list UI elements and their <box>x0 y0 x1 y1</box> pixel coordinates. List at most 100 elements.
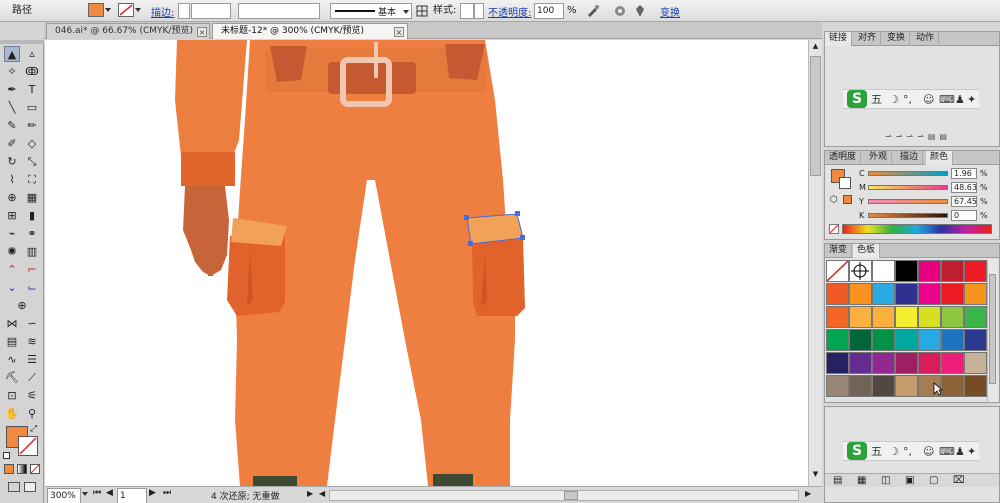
scale-tool-icon[interactable]: ⤡ <box>24 154 40 170</box>
yellow-slider[interactable] <box>868 199 948 204</box>
horizontal-scroll-thumb[interactable] <box>564 491 578 500</box>
scroll-left-icon[interactable]: ◀ <box>319 489 325 498</box>
slice-tool-icon[interactable]: ⋈ <box>4 316 20 332</box>
black-slider[interactable] <box>868 213 948 218</box>
eyedropper-tool-icon[interactable]: ⌁ <box>4 226 20 242</box>
gradient-tool-icon[interactable]: ▮ <box>24 208 40 224</box>
prev-artboard-icon[interactable]: ◀ <box>106 488 113 498</box>
next-artboard-icon[interactable]: ▶ <box>149 488 156 498</box>
tab-transform[interactable]: 变换 <box>883 32 911 46</box>
list-tool-icon[interactable]: ☰ <box>24 352 40 368</box>
swatch-color[interactable] <box>872 283 895 305</box>
swatch-color[interactable] <box>895 283 918 305</box>
direct-selection-tool-icon[interactable]: ▵ <box>24 46 40 62</box>
recolor-artwork-icon[interactable] <box>585 3 601 19</box>
graphic-style-swatch[interactable] <box>460 3 474 19</box>
hand-tool-icon[interactable]: ✋ <box>4 406 20 422</box>
free-transform-tool-icon[interactable]: ⛶ <box>24 172 40 188</box>
swatch-scrollbar[interactable] <box>987 260 997 402</box>
swatch-color[interactable] <box>918 329 941 351</box>
swatch-color[interactable] <box>872 375 895 397</box>
cyan-slider[interactable] <box>868 171 948 176</box>
swatch-color[interactable] <box>941 329 964 351</box>
swatch-color[interactable] <box>941 352 964 374</box>
tab-gradient[interactable]: 渐变 <box>825 244 853 258</box>
swatch-color[interactable] <box>964 375 987 397</box>
swatch-color[interactable] <box>826 375 849 397</box>
selection-tool-icon[interactable]: ▲ <box>4 46 20 62</box>
swatch-color[interactable] <box>964 352 987 374</box>
scroll-down-icon[interactable]: ▼ <box>810 470 821 482</box>
isolate-icon[interactable] <box>632 3 648 19</box>
magenta-value[interactable]: 48.63 <box>951 182 977 193</box>
symbol-sprayer-tool-icon[interactable]: ✺ <box>4 244 20 260</box>
tab-actions[interactable]: 动作 <box>912 32 940 46</box>
live-paint-tool-icon[interactable]: ▦ <box>24 190 40 206</box>
smooth-tool-icon[interactable]: ⌙ <box>24 280 40 296</box>
status-menu-icon[interactable]: ▶ <box>307 489 313 498</box>
stroke-swatch[interactable] <box>118 3 134 17</box>
rectangle-tool-icon[interactable]: ▭ <box>24 100 40 116</box>
warp-tool-icon[interactable]: ⌇ <box>4 172 20 188</box>
ime-toolbar[interactable]: S 五 ☽ °, ☺ ⌨ ♟ ✦ <box>843 89 979 109</box>
swatch-color[interactable] <box>918 283 941 305</box>
measure-tool-icon[interactable]: ⟋ <box>24 370 40 386</box>
perspective-grid-tool-icon[interactable]: ⊞ <box>4 208 20 224</box>
swatch-color[interactable] <box>941 260 964 282</box>
color-mode-icon[interactable] <box>4 464 14 474</box>
magic-wand-tool-icon[interactable]: ✧ <box>4 64 20 80</box>
tab-appearance[interactable]: 外观 <box>865 151 893 165</box>
close-icon[interactable]: × <box>197 27 207 37</box>
tab-untitled-12[interactable]: 未标题-12* @ 300% (CMYK/预览) × <box>212 23 408 39</box>
transform-link[interactable]: 变换 <box>660 4 680 19</box>
last-artboard-icon[interactable]: ⏭ <box>163 488 171 498</box>
stroke-weight-select[interactable] <box>191 3 231 19</box>
ime-toolbar-2[interactable]: S 五 ☽ °, ☺ ⌨ ♟ ✦ <box>843 441 979 461</box>
opacity-link[interactable]: 不透明度: <box>488 4 531 19</box>
swatch-color[interactable] <box>918 306 941 328</box>
opacity-input[interactable]: 100 <box>534 3 564 19</box>
gear-icon[interactable] <box>612 3 628 19</box>
swatch-color[interactable] <box>849 329 872 351</box>
curve-tool-icon[interactable]: ⌄ <box>4 280 20 296</box>
stroke-color-box[interactable] <box>18 436 38 456</box>
swatch-black[interactable] <box>895 260 918 282</box>
swatch-color[interactable] <box>964 283 987 305</box>
pen-tool-icon[interactable]: ✒ <box>4 82 20 98</box>
rotate-tool-icon[interactable]: ↻ <box>4 154 20 170</box>
artboard-number-input[interactable]: 1 <box>117 488 147 503</box>
tab-swatches[interactable]: 色板 <box>853 244 881 258</box>
zoom-level-input[interactable]: 300% <box>47 488 81 503</box>
paint-bucket-tool-icon[interactable]: ⛏ <box>4 370 20 386</box>
blob-brush-tool-icon[interactable]: ✐ <box>4 136 20 152</box>
swatch-color[interactable] <box>895 306 918 328</box>
swatch-none[interactable] <box>826 260 849 282</box>
none-color-icon[interactable] <box>829 224 839 234</box>
swatch-color[interactable] <box>849 306 872 328</box>
swap-fill-stroke-icon[interactable]: ⤢ <box>30 424 37 434</box>
out-of-gamut-icon[interactable]: ⬡ <box>830 195 838 205</box>
paintbrush-tool-icon[interactable]: ✎ <box>4 118 20 134</box>
tab-align[interactable]: 对齐 <box>854 32 882 46</box>
gradient-mode-icon[interactable] <box>17 464 27 474</box>
new-color-group-icon[interactable]: ▣ <box>905 475 914 486</box>
blend-tool-icon[interactable]: ⚭ <box>24 226 40 242</box>
shape-builder-tool-icon[interactable]: ⊕ <box>4 190 20 206</box>
swatch-color[interactable] <box>849 352 872 374</box>
swatch-color[interactable] <box>964 329 987 351</box>
cyan-value[interactable]: 1.96 <box>951 168 977 179</box>
swatch-color[interactable] <box>872 329 895 351</box>
draw-mode-icon[interactable] <box>8 482 20 492</box>
swatch-color[interactable] <box>826 329 849 351</box>
crop-tool-icon[interactable]: ⊡ <box>4 388 20 404</box>
swatch-color[interactable] <box>941 306 964 328</box>
swatch-color[interactable] <box>918 352 941 374</box>
swatch-color[interactable] <box>964 306 987 328</box>
graph-tool-icon[interactable]: ▤ <box>4 334 20 350</box>
fill-swatch[interactable] <box>88 3 104 17</box>
stroke-link[interactable]: 描边: <box>151 4 174 19</box>
lasso-tool-icon[interactable]: ↂ <box>24 64 40 80</box>
fill-dropdown-arrow-icon[interactable] <box>105 8 111 12</box>
close-icon[interactable]: × <box>394 27 404 37</box>
type-tool-icon[interactable]: T <box>24 82 40 98</box>
